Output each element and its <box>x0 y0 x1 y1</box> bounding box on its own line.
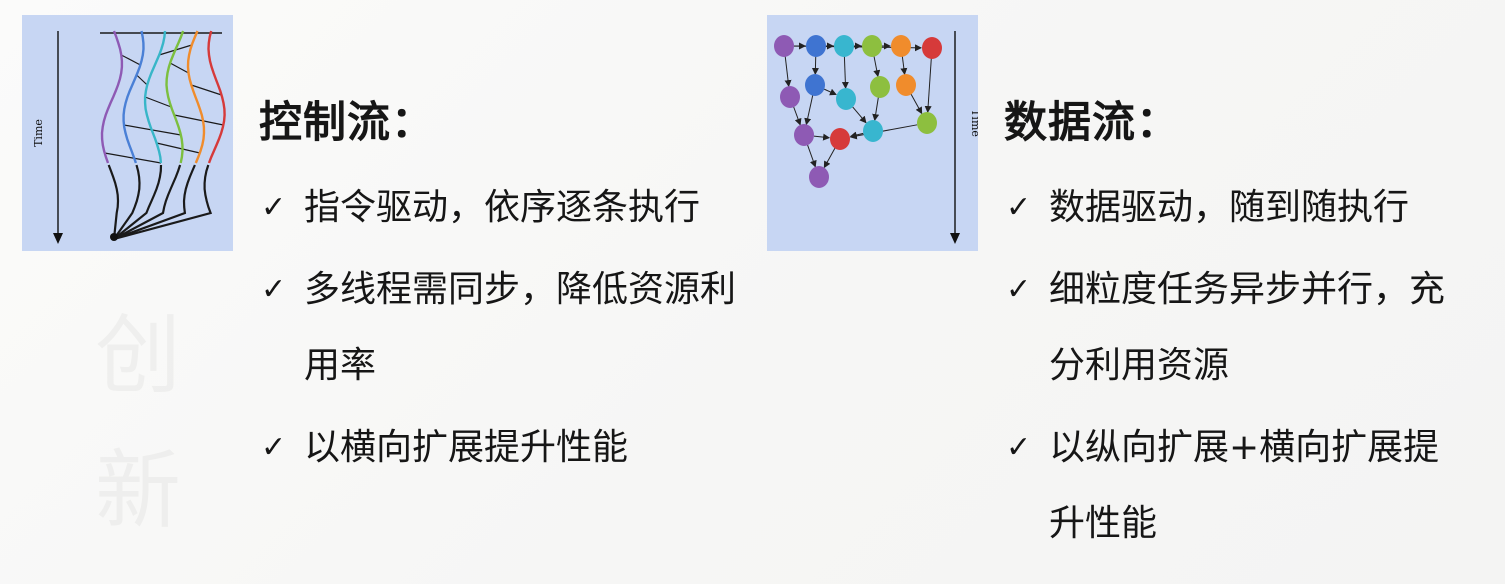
dependency-edge <box>813 133 831 141</box>
thread-line <box>100 30 124 164</box>
task-node <box>836 88 856 110</box>
dependency-edge <box>900 55 908 76</box>
check-icon: ✓ <box>261 190 287 225</box>
task-node <box>805 74 825 96</box>
list-item: ✓ 多线程需同步，降低资源利用率 <box>259 252 749 404</box>
sync-link <box>121 54 141 66</box>
check-icon: ✓ <box>1006 430 1032 465</box>
dependency-edge <box>910 93 923 115</box>
task-node <box>917 112 937 134</box>
dependency-edge <box>784 55 792 88</box>
list-item: ✓ 指令驱动，依序逐条执行 <box>259 170 749 246</box>
task-node <box>891 35 911 57</box>
control-flow-panel: Time 控制流： ✓ 指令驱动，依序逐条执行 ✓ 多线程需同步，降低资源利用率… <box>0 0 760 584</box>
sync-link <box>169 62 189 74</box>
task-node <box>896 74 916 96</box>
control-flow-svg: Time <box>32 30 226 244</box>
task-node <box>780 86 800 108</box>
dependency-edge <box>792 106 802 126</box>
join-point <box>110 233 118 241</box>
list-item: ✓ 以横向扩展提升性能 <box>259 410 749 486</box>
dependency-edge <box>924 57 932 114</box>
thread-line <box>143 30 167 164</box>
time-axis-arrowhead <box>53 233 63 244</box>
data-flow-svg: Time <box>774 31 978 244</box>
dependency-edge <box>873 55 881 78</box>
sync-link <box>156 142 200 154</box>
thread-line <box>186 30 206 164</box>
list-item-text: 数据驱动，随到随执行 <box>1049 187 1410 228</box>
list-item: ✓ 数据驱动，随到随执行 <box>1004 170 1474 246</box>
thread-line <box>207 30 226 164</box>
check-icon: ✓ <box>261 430 287 465</box>
data-flow-diagram: Time <box>767 15 978 251</box>
sync-link <box>191 84 222 96</box>
control-flow-title: 控制流： <box>259 98 435 148</box>
dependency-edge <box>849 124 918 140</box>
thread-line <box>107 164 120 240</box>
data-flow-list: ✓ 数据驱动，随到随执行 ✓ 细粒度任务异步并行，充分利用资源 ✓ 以纵向扩展+… <box>1004 170 1474 568</box>
control-flow-diagram: Time <box>22 15 233 251</box>
data-flow-title: 数据流： <box>1004 98 1180 148</box>
dependency-edge <box>852 106 867 124</box>
list-item: ✓ 以纵向扩展+横向扩展提升性能 <box>1004 410 1474 562</box>
list-item-text: 以横向扩展提升性能 <box>304 427 629 468</box>
task-node <box>862 35 882 57</box>
dependency-edge <box>823 88 837 96</box>
list-item: ✓ 细粒度任务异步并行，充分利用资源 <box>1004 252 1474 404</box>
time-axis-arrowhead <box>950 233 960 244</box>
task-node <box>834 35 854 57</box>
dependency-edge <box>872 96 880 122</box>
dependency-edge <box>841 55 849 90</box>
list-item-text: 以纵向扩展+横向扩展提升性能 <box>1049 427 1440 544</box>
time-axis-label: Time <box>969 109 978 137</box>
list-item-text: 细粒度任务异步并行，充分利用资源 <box>1049 269 1446 386</box>
thread-line <box>165 30 185 164</box>
sync-link <box>174 114 224 126</box>
task-node <box>806 35 826 57</box>
check-icon: ✓ <box>1006 190 1032 225</box>
check-icon: ✓ <box>1006 272 1032 307</box>
task-node <box>870 76 890 98</box>
task-node <box>863 120 883 142</box>
dependency-edge <box>823 147 836 169</box>
sync-link <box>136 74 148 86</box>
time-axis-label: Time <box>32 119 45 147</box>
data-flow-panel: Time 数据流： ✓ 数据驱动，随到随执行 ✓ 细粒度任务异步并行，充分利用资… <box>745 0 1505 584</box>
dependency-edge <box>806 144 817 168</box>
control-flow-list: ✓ 指令驱动，依序逐条执行 ✓ 多线程需同步，降低资源利用率 ✓ 以横向扩展提升… <box>259 170 749 492</box>
list-item-text: 多线程需同步，降低资源利用率 <box>304 269 737 386</box>
check-icon: ✓ <box>261 272 287 307</box>
task-node <box>794 124 814 146</box>
list-item-text: 指令驱动，依序逐条执行 <box>304 187 701 228</box>
task-node <box>809 166 829 188</box>
task-node <box>922 37 942 59</box>
task-node <box>774 35 794 57</box>
sync-link <box>144 96 172 108</box>
task-node <box>830 128 850 150</box>
dependency-edge <box>804 94 814 126</box>
thread-line <box>122 30 145 164</box>
